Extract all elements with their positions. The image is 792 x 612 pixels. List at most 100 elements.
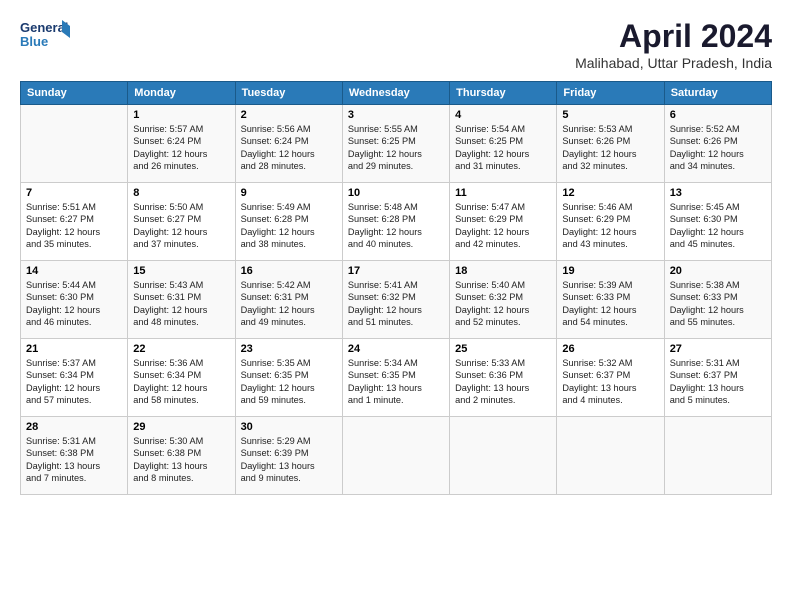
calendar-cell: 23 Sunrise: 5:35 AM Sunset: 6:35 PM Dayli…: [235, 339, 342, 417]
calendar-cell: 10 Sunrise: 5:48 AM Sunset: 6:28 PM Dayli…: [342, 183, 449, 261]
header: General Blue April 2024 Malihabad, Uttar…: [20, 18, 772, 71]
svg-text:Blue: Blue: [20, 34, 48, 49]
cell-info: Sunrise: 5:44 AM Sunset: 6:30 PM Dayligh…: [26, 279, 122, 329]
calendar-week-row: 1Sunrise: 5:57 AM Sunset: 6:24 PM Daylig…: [21, 105, 772, 183]
cell-info: Sunrise: 5:54 AM Sunset: 6:25 PM Dayligh…: [455, 123, 551, 173]
calendar-cell: [342, 417, 449, 495]
calendar-cell: 2Sunrise: 5:56 AM Sunset: 6:24 PM Daylig…: [235, 105, 342, 183]
cell-info: Sunrise: 5:48 AM Sunset: 6:28 PM Dayligh…: [348, 201, 444, 251]
cell-info: Sunrise: 5:47 AM Sunset: 6:29 PM Dayligh…: [455, 201, 551, 251]
calendar-cell: 6 Sunrise: 5:52 AM Sunset: 6:26 PM Daylig…: [664, 105, 771, 183]
cell-info: Sunrise: 5:42 AM Sunset: 6:31 PM Dayligh…: [241, 279, 337, 329]
cell-info: Sunrise: 5:52 AM Sunset: 6:26 PM Dayligh…: [670, 123, 766, 173]
weekday-header-row: SundayMondayTuesdayWednesdayThursdayFrid…: [21, 82, 772, 105]
day-number: 26: [562, 343, 658, 355]
day-number: 10: [348, 187, 444, 199]
cell-info: Sunrise: 5:45 AM Sunset: 6:30 PM Dayligh…: [670, 201, 766, 251]
weekday-header: Saturday: [664, 82, 771, 105]
cell-info: Sunrise: 5:41 AM Sunset: 6:32 PM Dayligh…: [348, 279, 444, 329]
calendar-cell: [21, 105, 128, 183]
weekday-header: Wednesday: [342, 82, 449, 105]
day-number: 18: [455, 265, 551, 277]
day-number: 16: [241, 265, 337, 277]
calendar-week-row: 14 Sunrise: 5:44 AM Sunset: 6:30 PM Dayli…: [21, 261, 772, 339]
day-number: 21: [26, 343, 122, 355]
calendar-cell: 22 Sunrise: 5:36 AM Sunset: 6:34 PM Dayli…: [128, 339, 235, 417]
cell-info: Sunrise: 5:30 AM Sunset: 6:38 PM Dayligh…: [133, 435, 229, 485]
cell-info: Sunrise: 5:31 AM Sunset: 6:38 PM Dayligh…: [26, 435, 122, 485]
calendar-cell: 17 Sunrise: 5:41 AM Sunset: 6:32 PM Dayli…: [342, 261, 449, 339]
day-number: 9: [241, 187, 337, 199]
day-number: 29: [133, 421, 229, 433]
cell-info: Sunrise: 5:51 AM Sunset: 6:27 PM Dayligh…: [26, 201, 122, 251]
logo-svg: General Blue: [20, 18, 70, 54]
calendar-cell: 29 Sunrise: 5:30 AM Sunset: 6:38 PM Dayli…: [128, 417, 235, 495]
cell-info: Sunrise: 5:37 AM Sunset: 6:34 PM Dayligh…: [26, 357, 122, 407]
calendar-cell: 25 Sunrise: 5:33 AM Sunset: 6:36 PM Dayli…: [450, 339, 557, 417]
calendar-cell: 14 Sunrise: 5:44 AM Sunset: 6:30 PM Dayli…: [21, 261, 128, 339]
main-container: General Blue April 2024 Malihabad, Uttar…: [0, 0, 792, 505]
calendar-cell: 3 Sunrise: 5:55 AM Sunset: 6:25 PM Daylig…: [342, 105, 449, 183]
weekday-header: Thursday: [450, 82, 557, 105]
calendar-cell: 12 Sunrise: 5:46 AM Sunset: 6:29 PM Dayli…: [557, 183, 664, 261]
day-number: 25: [455, 343, 551, 355]
day-number: 1: [133, 109, 229, 121]
calendar-cell: 28 Sunrise: 5:31 AM Sunset: 6:38 PM Dayli…: [21, 417, 128, 495]
calendar-cell: 18Sunrise: 5:40 AM Sunset: 6:32 PM Dayli…: [450, 261, 557, 339]
day-number: 17: [348, 265, 444, 277]
cell-info: Sunrise: 5:39 AM Sunset: 6:33 PM Dayligh…: [562, 279, 658, 329]
calendar-cell: 30Sunrise: 5:29 AM Sunset: 6:39 PM Dayli…: [235, 417, 342, 495]
calendar-cell: [450, 417, 557, 495]
cell-info: Sunrise: 5:43 AM Sunset: 6:31 PM Dayligh…: [133, 279, 229, 329]
day-number: 11: [455, 187, 551, 199]
day-number: 8: [133, 187, 229, 199]
calendar-week-row: 7 Sunrise: 5:51 AM Sunset: 6:27 PM Daylig…: [21, 183, 772, 261]
cell-info: Sunrise: 5:46 AM Sunset: 6:29 PM Dayligh…: [562, 201, 658, 251]
cell-info: Sunrise: 5:38 AM Sunset: 6:33 PM Dayligh…: [670, 279, 766, 329]
calendar-cell: 24Sunrise: 5:34 AM Sunset: 6:35 PM Dayli…: [342, 339, 449, 417]
day-number: 6: [670, 109, 766, 121]
calendar-cell: 27 Sunrise: 5:31 AM Sunset: 6:37 PM Dayli…: [664, 339, 771, 417]
calendar-cell: [664, 417, 771, 495]
cell-info: Sunrise: 5:36 AM Sunset: 6:34 PM Dayligh…: [133, 357, 229, 407]
calendar-cell: 1Sunrise: 5:57 AM Sunset: 6:24 PM Daylig…: [128, 105, 235, 183]
day-number: 15: [133, 265, 229, 277]
month-title: April 2024: [575, 18, 772, 55]
day-number: 20: [670, 265, 766, 277]
calendar-cell: 16 Sunrise: 5:42 AM Sunset: 6:31 PM Dayli…: [235, 261, 342, 339]
day-number: 2: [241, 109, 337, 121]
day-number: 12: [562, 187, 658, 199]
weekday-header: Tuesday: [235, 82, 342, 105]
day-number: 14: [26, 265, 122, 277]
cell-info: Sunrise: 5:35 AM Sunset: 6:35 PM Dayligh…: [241, 357, 337, 407]
calendar-cell: 5Sunrise: 5:53 AM Sunset: 6:26 PM Daylig…: [557, 105, 664, 183]
day-number: 13: [670, 187, 766, 199]
weekday-header: Sunday: [21, 82, 128, 105]
calendar-table: SundayMondayTuesdayWednesdayThursdayFrid…: [20, 81, 772, 495]
cell-info: Sunrise: 5:49 AM Sunset: 6:28 PM Dayligh…: [241, 201, 337, 251]
weekday-header: Friday: [557, 82, 664, 105]
day-number: 28: [26, 421, 122, 433]
day-number: 22: [133, 343, 229, 355]
day-number: 30: [241, 421, 337, 433]
location: Malihabad, Uttar Pradesh, India: [575, 55, 772, 71]
day-number: 27: [670, 343, 766, 355]
cell-info: Sunrise: 5:53 AM Sunset: 6:26 PM Dayligh…: [562, 123, 658, 173]
day-number: 3: [348, 109, 444, 121]
calendar-cell: 19Sunrise: 5:39 AM Sunset: 6:33 PM Dayli…: [557, 261, 664, 339]
calendar-cell: 9 Sunrise: 5:49 AM Sunset: 6:28 PM Daylig…: [235, 183, 342, 261]
day-number: 7: [26, 187, 122, 199]
calendar-cell: 15 Sunrise: 5:43 AM Sunset: 6:31 PM Dayli…: [128, 261, 235, 339]
calendar-cell: 11 Sunrise: 5:47 AM Sunset: 6:29 PM Dayli…: [450, 183, 557, 261]
day-number: 23: [241, 343, 337, 355]
cell-info: Sunrise: 5:55 AM Sunset: 6:25 PM Dayligh…: [348, 123, 444, 173]
cell-info: Sunrise: 5:33 AM Sunset: 6:36 PM Dayligh…: [455, 357, 551, 407]
logo: General Blue: [20, 18, 70, 54]
calendar-cell: 21 Sunrise: 5:37 AM Sunset: 6:34 PM Dayli…: [21, 339, 128, 417]
cell-info: Sunrise: 5:50 AM Sunset: 6:27 PM Dayligh…: [133, 201, 229, 251]
cell-info: Sunrise: 5:31 AM Sunset: 6:37 PM Dayligh…: [670, 357, 766, 407]
calendar-cell: 4Sunrise: 5:54 AM Sunset: 6:25 PM Daylig…: [450, 105, 557, 183]
calendar-week-row: 21 Sunrise: 5:37 AM Sunset: 6:34 PM Dayli…: [21, 339, 772, 417]
calendar-cell: 20 Sunrise: 5:38 AM Sunset: 6:33 PM Dayli…: [664, 261, 771, 339]
calendar-cell: 7 Sunrise: 5:51 AM Sunset: 6:27 PM Daylig…: [21, 183, 128, 261]
